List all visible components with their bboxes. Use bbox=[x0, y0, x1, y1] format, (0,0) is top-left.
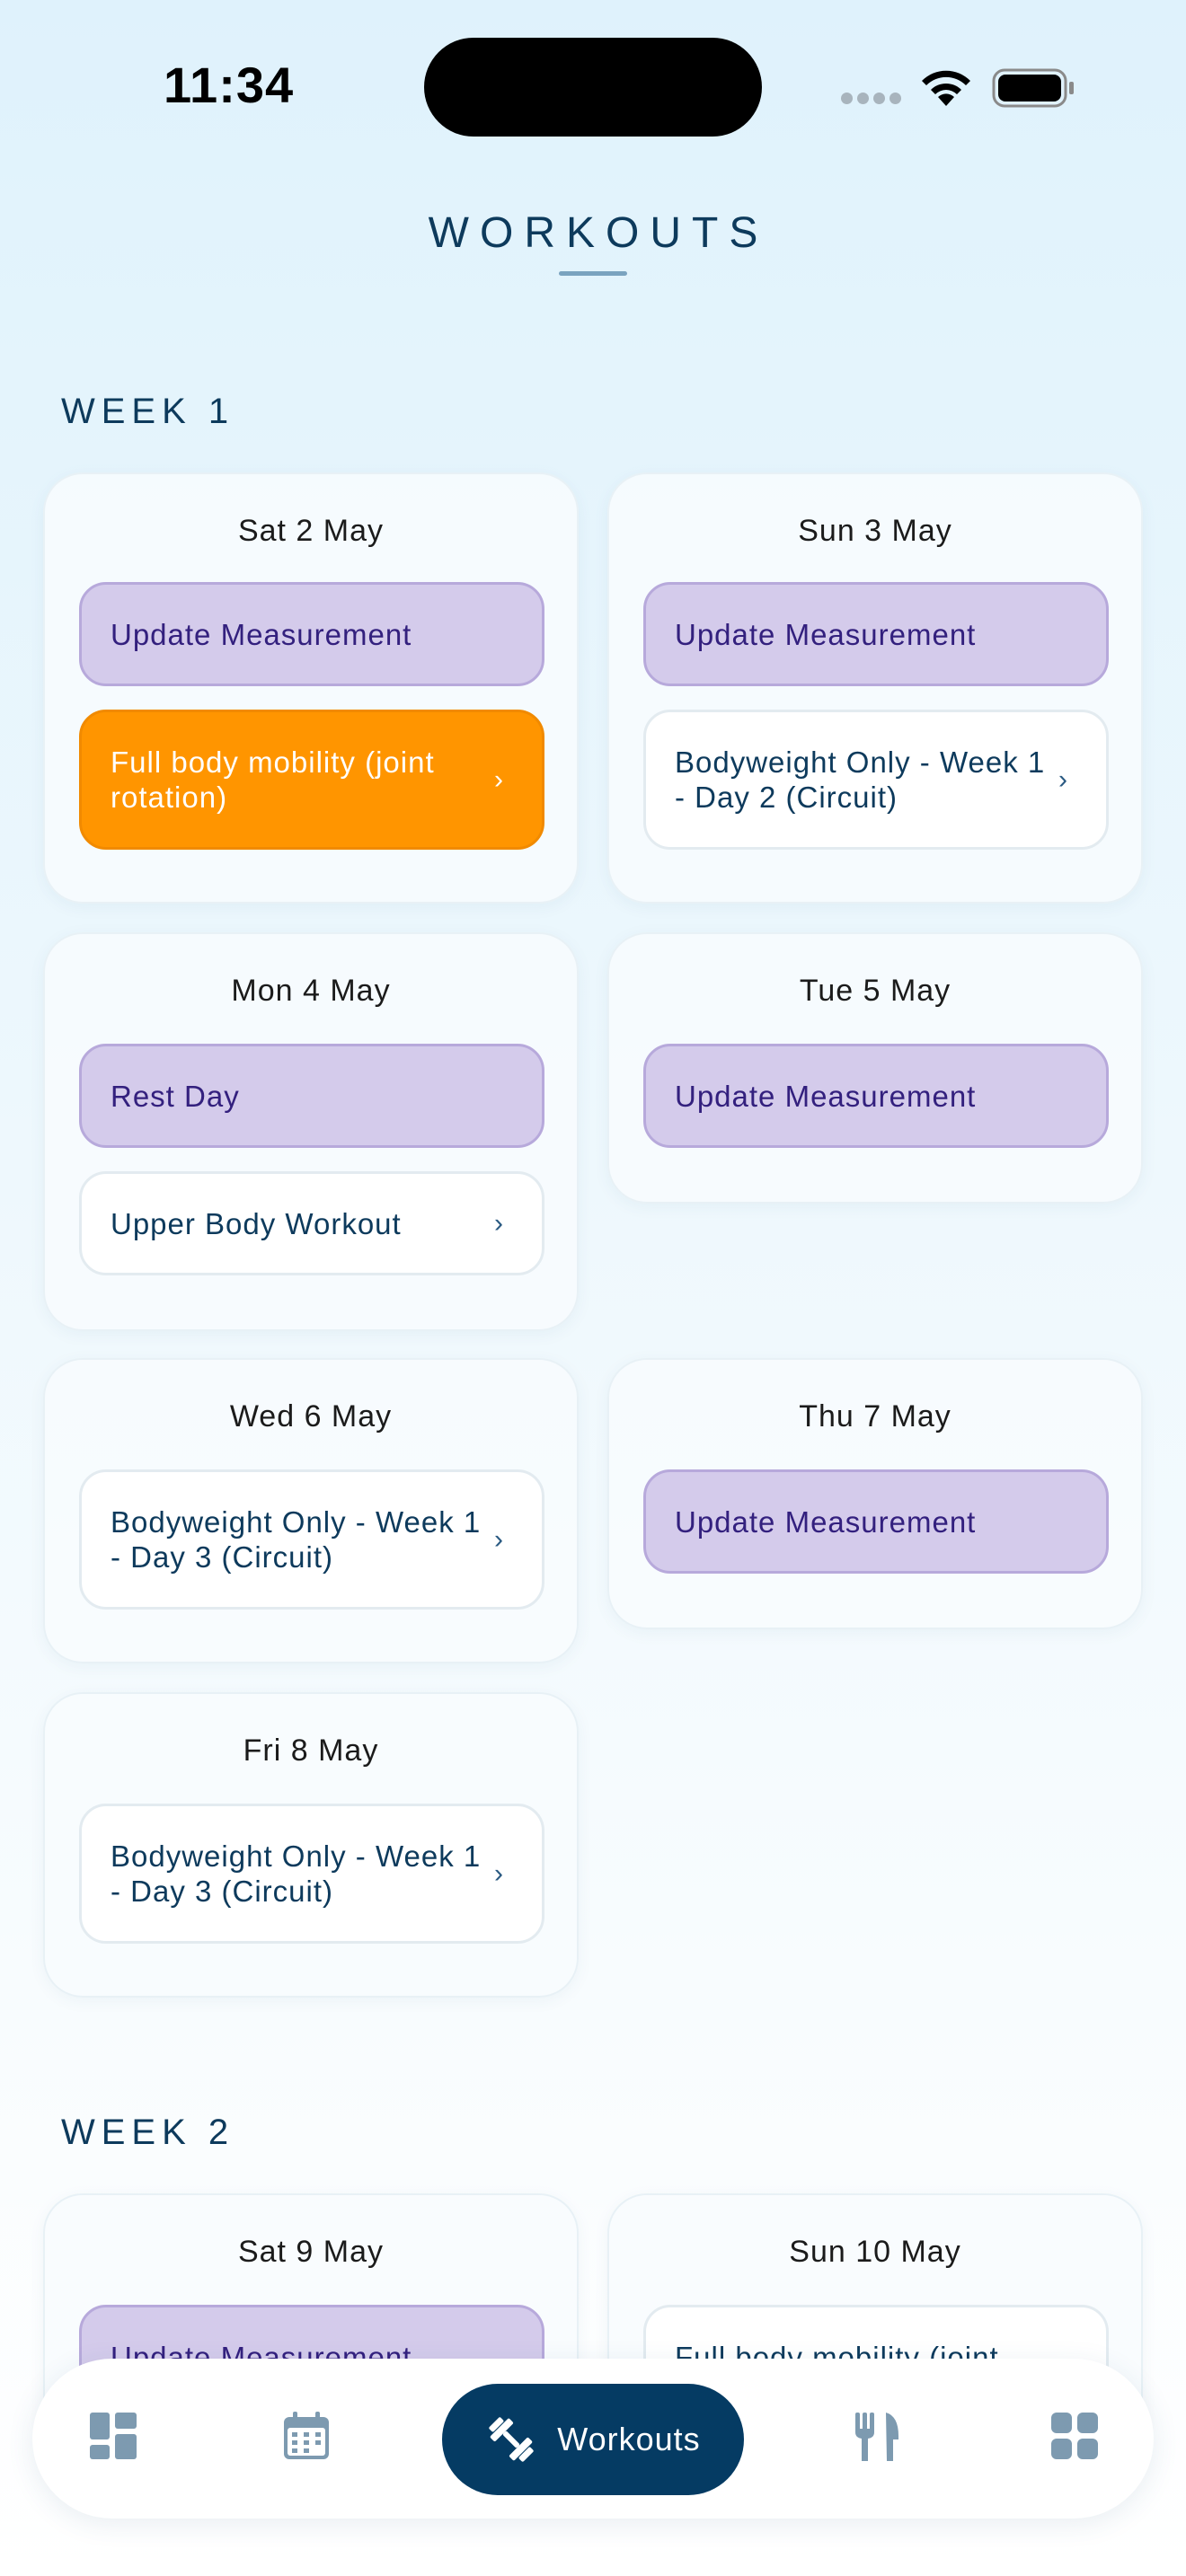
title-underline bbox=[559, 271, 627, 276]
fork-knife-icon[interactable] bbox=[854, 2411, 900, 2463]
update-measurement-button[interactable]: Update Measurement bbox=[643, 1044, 1109, 1148]
day-card: Fri 8 May Bodyweight Only - Week 1 - Day… bbox=[43, 1692, 579, 1998]
pill-label: Rest Day bbox=[111, 1079, 240, 1113]
grid-menu-icon[interactable] bbox=[1049, 2411, 1100, 2461]
dashboard-icon[interactable] bbox=[88, 2411, 138, 2461]
day-date: Thu 7 May bbox=[799, 1399, 951, 1434]
chevron-right-icon: › bbox=[494, 764, 504, 795]
day-date: Mon 4 May bbox=[231, 974, 391, 1008]
workout-item-button[interactable]: Bodyweight Only - Week 1 - Day 2 (Circui… bbox=[643, 710, 1109, 850]
day-date: Sun 3 May bbox=[798, 514, 952, 548]
dynamic-island bbox=[424, 38, 762, 137]
tab-workouts[interactable]: Workouts bbox=[442, 2384, 744, 2495]
pill-label: Full body mobility (joint rotation) bbox=[111, 745, 435, 814]
day-card: Sat 2 May Update Measurement Full body m… bbox=[43, 472, 579, 904]
page-title: WORKOUTS bbox=[428, 209, 769, 257]
day-card: Sun 3 May Update Measurement Bodyweight … bbox=[607, 472, 1143, 904]
bottom-tab-bar: Workouts bbox=[32, 2359, 1154, 2519]
day-card: Thu 7 May Update Measurement bbox=[607, 1358, 1143, 1629]
cellular-signal-icon bbox=[841, 93, 901, 104]
update-measurement-button[interactable]: Update Measurement bbox=[643, 582, 1109, 686]
status-time: 11:34 bbox=[164, 57, 295, 113]
pill-label: Update Measurement bbox=[675, 1079, 977, 1113]
pill-label: Update Measurement bbox=[111, 617, 412, 651]
day-card: Wed 6 May Bodyweight Only - Week 1 - Day… bbox=[43, 1358, 579, 1663]
pill-label: Bodyweight Only - Week 1 - Day 3 (Circui… bbox=[111, 1505, 482, 1574]
workout-item-button[interactable]: Full body mobility (joint rotation) › bbox=[79, 710, 544, 850]
day-date: Fri 8 May bbox=[243, 1734, 379, 1768]
day-date: Sat 9 May bbox=[237, 2235, 385, 2269]
pill-label: Upper Body Workout bbox=[111, 1206, 402, 1240]
update-measurement-button[interactable]: Update Measurement bbox=[643, 1469, 1109, 1574]
day-card: Mon 4 May Rest Day Upper Body Workout › bbox=[43, 932, 579, 1331]
chevron-right-icon: › bbox=[1058, 764, 1068, 795]
status-bar: 11:34 bbox=[0, 0, 1186, 171]
pill-label: Bodyweight Only - Week 1 - Day 3 (Circui… bbox=[111, 1839, 482, 1908]
day-date: Sun 10 May bbox=[789, 2235, 961, 2269]
day-date: Sat 2 May bbox=[237, 514, 385, 548]
pill-label: Update Measurement bbox=[675, 1504, 977, 1539]
week-label: WEEK 1 bbox=[61, 392, 235, 431]
workout-item-button[interactable]: Upper Body Workout › bbox=[79, 1171, 544, 1275]
day-date: Tue 5 May bbox=[799, 974, 951, 1008]
day-card: Tue 5 May Update Measurement bbox=[607, 932, 1143, 1204]
workout-item-button[interactable]: Bodyweight Only - Week 1 - Day 3 (Circui… bbox=[79, 1804, 544, 1944]
chevron-right-icon: › bbox=[494, 1524, 504, 1555]
battery-icon bbox=[992, 68, 1074, 108]
calendar-icon[interactable] bbox=[282, 2411, 331, 2461]
chevron-right-icon: › bbox=[494, 1858, 504, 1889]
update-measurement-button[interactable]: Update Measurement bbox=[79, 582, 544, 686]
day-date: Wed 6 May bbox=[229, 1399, 393, 1434]
pill-label: Bodyweight Only - Week 1 - Day 2 (Circui… bbox=[675, 745, 1046, 814]
workout-item-button[interactable]: Bodyweight Only - Week 1 - Day 3 (Circui… bbox=[79, 1469, 544, 1610]
wifi-icon bbox=[922, 70, 970, 106]
week-label: WEEK 2 bbox=[61, 2113, 235, 2152]
rest-day-button[interactable]: Rest Day bbox=[79, 1044, 544, 1148]
tab-workouts-label: Workouts bbox=[557, 2421, 701, 2457]
dumbbell-icon bbox=[489, 2417, 534, 2462]
pill-label: Update Measurement bbox=[675, 617, 977, 651]
chevron-right-icon: › bbox=[494, 1208, 504, 1239]
